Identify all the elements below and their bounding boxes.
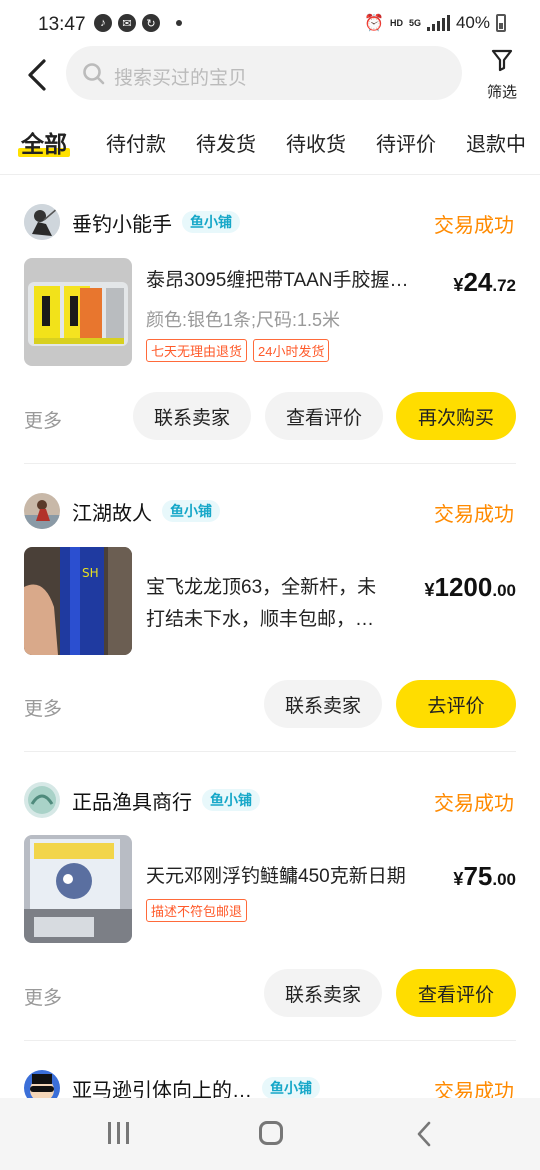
product-price: ¥1200.00	[424, 572, 517, 602]
shop-avatar	[24, 493, 60, 529]
home-icon[interactable]	[259, 1121, 283, 1145]
tab-pending-review[interactable]: 待评价	[376, 128, 436, 157]
hd-indicator: HD	[389, 17, 403, 28]
shop-name: 江湖故人	[72, 502, 152, 525]
system-back-icon[interactable]	[414, 1120, 434, 1153]
product-title[interactable]: 泰昂3095缠把带TAAN手胶握…	[146, 265, 431, 297]
system-nav-bar	[0, 1098, 540, 1170]
service-tags: 七天无理由退货 24小时发货	[146, 339, 330, 362]
shop-badge: 鱼小铺	[202, 789, 260, 811]
product-title-line2[interactable]: 打结未下水，顺丰包邮，…	[146, 604, 404, 636]
more-link[interactable]: 更多	[24, 694, 62, 721]
battery-percent: 40%	[455, 13, 490, 32]
shop-header[interactable]: 江湖故人 鱼小铺	[24, 492, 220, 530]
product-spec: 颜色:银色1条;尺码:1.5米	[146, 310, 341, 330]
service-tag: 24小时发货	[253, 339, 330, 362]
shop-avatar	[24, 782, 60, 818]
tab-refunding[interactable]: 退款中	[466, 128, 526, 157]
alarm-icon: ⏰	[364, 15, 384, 32]
order-status: 交易成功	[434, 793, 514, 815]
product-price: ¥24.72	[453, 267, 516, 297]
search-input[interactable]: 搜索买过的宝贝	[66, 46, 462, 100]
more-link[interactable]: 更多	[24, 406, 62, 433]
network-5g-indicator: 5G	[408, 17, 421, 28]
tabs-divider	[0, 174, 540, 175]
shop-name: 正品渔具商行	[72, 791, 192, 814]
signal-icon	[426, 15, 450, 31]
card-divider	[24, 751, 516, 752]
notification-app-icon: ♪	[94, 14, 112, 32]
product-image[interactable]: SH	[24, 547, 132, 655]
product-title[interactable]: 宝飞龙龙顶63，全新杆，未	[146, 572, 404, 604]
service-tags: 描述不符包邮退	[146, 899, 248, 922]
service-tag: 描述不符包邮退	[146, 899, 248, 922]
svg-text:SH: SH	[82, 566, 99, 580]
more-link[interactable]: 更多	[24, 983, 62, 1010]
order-tabs: 全部 待付款 待发货 待收货 待评价 退款中	[0, 120, 540, 172]
shop-badge: 鱼小铺	[262, 1077, 320, 1099]
view-review-button[interactable]: 查看评价	[396, 969, 516, 1017]
buy-again-button[interactable]: 再次购买	[396, 392, 516, 440]
more-notifications-dot	[176, 20, 182, 26]
contact-seller-button[interactable]: 联系卖家	[133, 392, 251, 440]
service-tag: 七天无理由退货	[146, 339, 248, 362]
sync-icon: ↻	[142, 14, 160, 32]
contact-seller-button[interactable]: 联系卖家	[264, 680, 382, 728]
shop-header[interactable]: 正品渔具商行 鱼小铺	[24, 781, 260, 819]
search-placeholder: 搜索买过的宝贝	[114, 68, 248, 89]
shop-avatar	[24, 204, 60, 240]
status-time: 13:47	[38, 14, 86, 35]
shop-header[interactable]: 垂钓小能手 鱼小铺	[24, 203, 240, 241]
filter-label: 筛选	[486, 84, 517, 101]
tab-pending-shipment[interactable]: 待发货	[196, 128, 256, 157]
tab-pending-payment[interactable]: 待付款	[106, 128, 166, 157]
recent-apps-icon[interactable]	[108, 1122, 129, 1144]
filter-icon	[491, 49, 513, 72]
battery-icon	[496, 14, 506, 32]
view-review-button[interactable]: 查看评价	[265, 392, 383, 440]
tab-pending-receipt[interactable]: 待收货	[286, 128, 346, 157]
search-icon	[82, 62, 106, 91]
shop-name: 垂钓小能手	[72, 213, 172, 236]
filter-button[interactable]: 筛选	[482, 48, 522, 104]
card-divider	[24, 1040, 516, 1041]
card-divider	[24, 463, 516, 464]
product-image[interactable]	[24, 258, 132, 366]
tab-all[interactable]: 全部	[18, 125, 70, 159]
wechat-icon: ✉	[118, 14, 136, 32]
shop-badge: 鱼小铺	[162, 500, 220, 522]
write-review-button[interactable]: 去评价	[396, 680, 516, 728]
order-status: 交易成功	[434, 504, 514, 526]
back-icon[interactable]	[24, 58, 52, 92]
product-image[interactable]	[24, 835, 132, 943]
status-bar: 13:47 ♪ ✉ ↻ ⏰ HD 5G 40%	[0, 0, 540, 50]
order-status: 交易成功	[434, 215, 514, 237]
shop-badge: 鱼小铺	[182, 211, 240, 233]
contact-seller-button[interactable]: 联系卖家	[264, 969, 382, 1017]
product-title[interactable]: 天元邓刚浮钓鲢鳙450克新日期	[146, 861, 406, 893]
product-price: ¥75.00	[453, 861, 516, 891]
